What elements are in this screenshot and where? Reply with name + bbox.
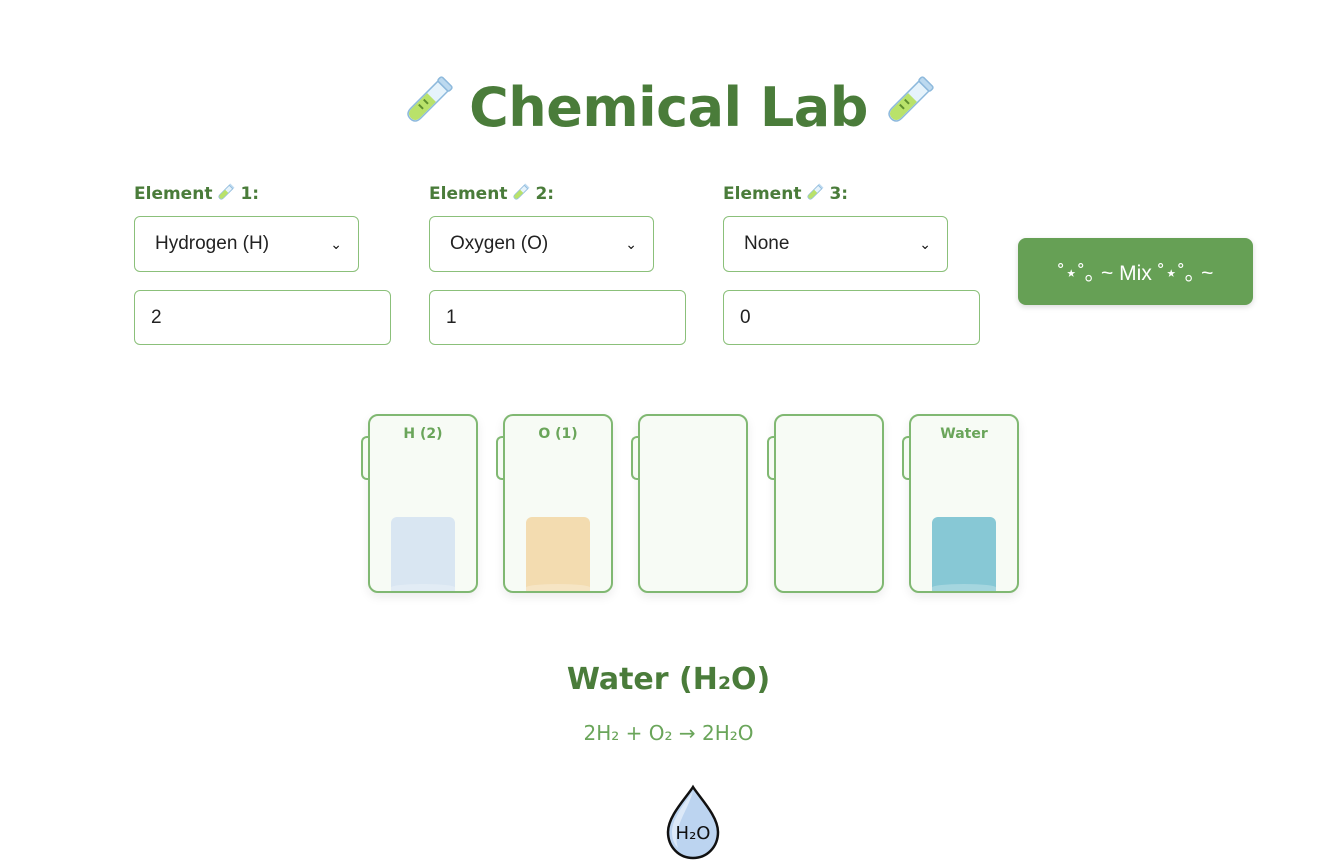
element-3-selected-value: None (744, 233, 790, 254)
test-tube-icon (805, 182, 825, 211)
element-3-amount-input[interactable]: 0 (723, 290, 980, 345)
beaker-result: Water (902, 414, 1019, 593)
element-3-label: Element 3: (723, 180, 981, 208)
test-tube-icon (880, 72, 938, 150)
beaker-3 (631, 414, 748, 593)
element-1-select[interactable]: Hydrogen (H) ⌄ (134, 216, 359, 272)
element-1-group: Element 1: Hydrogen (H) ⌄ 2 (134, 180, 392, 345)
chemical-lab-page: Chemical Lab Element 1: Hydrogen (H) ⌄ 2 E… (0, 0, 1337, 861)
beaker-2: O (1) (496, 414, 613, 593)
beaker-4 (767, 414, 884, 593)
test-tube-icon (511, 182, 531, 211)
beaker-liquid (526, 517, 590, 591)
beaker-1: H (2) (361, 414, 478, 593)
water-drop-icon: H₂O (664, 784, 724, 861)
beaker-spout (631, 436, 638, 480)
chevron-down-icon: ⌄ (625, 235, 637, 252)
beaker-liquid (932, 517, 996, 591)
test-tube-icon (216, 182, 236, 211)
beaker-spout (767, 436, 774, 480)
page-title-text: Chemical Lab (469, 76, 868, 139)
element-2-selected-value: Oxygen (O) (450, 233, 549, 254)
element-2-group: Element 2: Oxygen (O) ⌄ 1 (429, 180, 687, 345)
beaker-label: O (1) (538, 426, 578, 442)
element-2-label: Element 2: (429, 180, 687, 208)
beaker-spout (496, 436, 503, 480)
result-compound-name: Water (H₂O) (566, 662, 771, 697)
beaker-label: H (2) (403, 426, 443, 442)
page-title: Chemical Lab (0, 70, 1337, 150)
beaker-spout (361, 436, 368, 480)
element-3-select[interactable]: None ⌄ (723, 216, 948, 272)
beaker-liquid (391, 517, 455, 591)
chevron-down-icon: ⌄ (330, 235, 342, 252)
test-tube-icon (399, 72, 457, 150)
water-drop-label: H₂O (676, 823, 711, 844)
beaker-label: Water (940, 426, 988, 442)
element-1-label: Element 1: (134, 180, 392, 208)
element-2-select[interactable]: Oxygen (O) ⌄ (429, 216, 654, 272)
element-1-selected-value: Hydrogen (H) (155, 233, 270, 254)
element-3-group: Element 3: None ⌄ 0 (723, 180, 981, 345)
mix-button[interactable]: ˚⋆˚｡ ~ Mix ˚⋆˚｡ ~ (1018, 238, 1253, 305)
beaker-spout (902, 436, 909, 480)
reaction-equation: 2H₂ + O₂ → 2H₂O (583, 721, 754, 745)
element-2-amount-input[interactable]: 1 (429, 290, 686, 345)
chevron-down-icon: ⌄ (919, 235, 931, 252)
element-1-amount-input[interactable]: 2 (134, 290, 391, 345)
